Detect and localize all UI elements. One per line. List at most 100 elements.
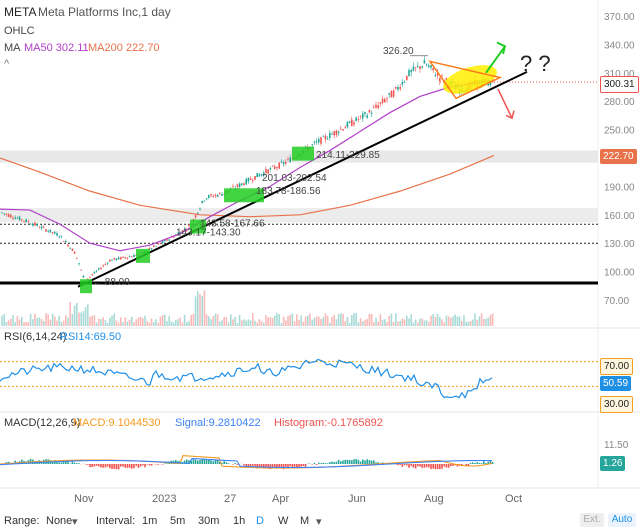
- volume-bar: [126, 321, 129, 326]
- candle: [278, 162, 280, 169]
- histogram-bar: [362, 459, 364, 464]
- histogram-bar: [245, 464, 247, 467]
- candle: [188, 225, 190, 227]
- candle: [364, 112, 366, 115]
- volume-bar: [34, 313, 36, 326]
- volume-bar: [177, 319, 179, 326]
- volume-bar: [456, 316, 459, 326]
- histogram-bar: [370, 460, 373, 464]
- volume-bar: [278, 314, 280, 326]
- volume-bar: [280, 322, 283, 326]
- range-label: Range:: [4, 515, 40, 527]
- ext-button[interactable]: Ext.: [580, 513, 604, 527]
- interval-5m[interactable]: 5m: [170, 515, 185, 527]
- volume-bar: [412, 322, 415, 326]
- volume-bar: [454, 314, 456, 326]
- candle: [221, 193, 223, 196]
- rsi-value: RSI14:69.50: [60, 331, 122, 343]
- volume-bar: [271, 317, 274, 326]
- volume-bar: [408, 318, 410, 326]
- volume-bar: [260, 321, 263, 326]
- candle: [331, 133, 333, 135]
- volume-bar: [3, 314, 5, 326]
- volume-bar: [291, 313, 294, 326]
- histogram-bar: [342, 460, 344, 464]
- volume-bar: [320, 318, 322, 326]
- candle: [16, 217, 19, 219]
- candle: [315, 141, 318, 143]
- candle: [425, 64, 428, 66]
- histogram-bar: [329, 462, 331, 464]
- volume-bar: [450, 317, 452, 326]
- histogram-bar: [192, 458, 195, 464]
- histogram-bar: [414, 464, 417, 469]
- candle: [313, 141, 316, 143]
- macd-value: MACD:9.1044530: [73, 417, 161, 429]
- volume-bar: [84, 307, 87, 326]
- histogram-bar: [274, 464, 276, 467]
- interval-w[interactable]: W: [278, 515, 288, 527]
- interval-dropdown-icon[interactable]: ▾: [316, 515, 322, 528]
- histogram-bar: [364, 460, 366, 464]
- histogram-bar: [474, 463, 476, 464]
- range-dropdown-icon[interactable]: ▾: [72, 515, 78, 528]
- interval-d[interactable]: D: [256, 515, 264, 527]
- volume-bar: [249, 320, 252, 326]
- volume-bar: [40, 319, 43, 326]
- interval-m[interactable]: M: [300, 515, 309, 527]
- volume-bar: [170, 321, 173, 326]
- volume-bar: [223, 317, 225, 326]
- candle: [78, 263, 80, 265]
- candle: [276, 167, 278, 169]
- candle: [40, 226, 43, 229]
- volume-bar: [480, 313, 483, 326]
- volume-bar: [18, 319, 21, 326]
- volume-bar: [458, 316, 461, 326]
- candle: [51, 232, 54, 233]
- highlight-box: [292, 146, 314, 161]
- volume-bar: [258, 319, 261, 326]
- volume-bars: [1, 290, 494, 326]
- histogram-bar: [232, 464, 234, 465]
- volume-bar: [115, 320, 118, 326]
- candle: [417, 65, 419, 67]
- interval-1h[interactable]: 1h: [233, 515, 245, 527]
- auto-button[interactable]: Auto: [608, 513, 636, 527]
- volume-bar: [395, 313, 397, 326]
- x-tick-label: Oct: [505, 493, 522, 505]
- volume-bar: [168, 316, 170, 326]
- volume-bar: [252, 313, 254, 326]
- range-select[interactable]: None: [46, 515, 72, 527]
- candle: [381, 98, 384, 103]
- histogram-bar: [397, 464, 399, 466]
- histogram-bar: [254, 464, 256, 467]
- volume-bar: [230, 314, 232, 326]
- candle: [285, 161, 287, 164]
- price-tick-label: 160.00: [604, 211, 635, 222]
- candle: [384, 99, 386, 103]
- volume-bar: [186, 322, 188, 326]
- candle: [439, 77, 441, 82]
- candle: [403, 81, 406, 83]
- volume-bar: [131, 316, 133, 326]
- collapse-chevron-icon[interactable]: ^: [4, 58, 9, 70]
- macd-axis-label: 11.50: [604, 440, 629, 451]
- histogram-bar: [331, 461, 333, 464]
- candle: [353, 122, 355, 125]
- histogram-bar: [428, 464, 430, 468]
- candle: [249, 178, 252, 180]
- histogram-bar: [357, 459, 360, 464]
- volume-bar: [161, 314, 164, 326]
- price-tick-label: 100.00: [604, 268, 635, 279]
- interval-1m[interactable]: 1m: [142, 515, 157, 527]
- chart-canvas[interactable]: 370.00340.00310.00280.00250.00220.00190.…: [0, 0, 640, 510]
- candle: [150, 248, 153, 250]
- histogram-bar: [102, 464, 104, 468]
- histogram-bar: [122, 464, 124, 467]
- histogram-bar: [148, 464, 151, 466]
- volume-bar: [485, 318, 487, 326]
- volume-bar: [243, 319, 245, 326]
- candle: [243, 183, 245, 186]
- interval-30m[interactable]: 30m: [198, 515, 219, 527]
- volume-bar: [318, 316, 320, 326]
